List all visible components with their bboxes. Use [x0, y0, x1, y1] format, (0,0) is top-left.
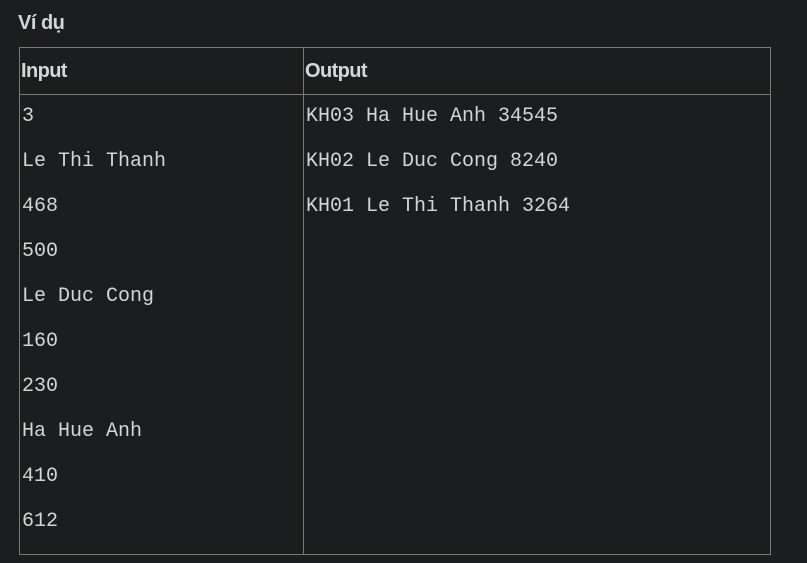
output-lines: KH03 Ha Hue Anh 34545 KH02 Le Duc Cong 8…: [304, 95, 770, 239]
input-line: 3: [22, 105, 35, 128]
output-cell: KH03 Ha Hue Anh 34545 KH02 Le Duc Cong 8…: [303, 94, 771, 555]
table-row: 3 Le Thi Thanh 468 500 Le Duc Cong 160 2…: [19, 94, 771, 555]
input-line: 160: [22, 330, 59, 353]
input-line: Ha Hue Anh: [22, 420, 143, 443]
input-cell: 3 Le Thi Thanh 468 500 Le Duc Cong 160 2…: [19, 94, 304, 555]
input-line: 410: [22, 465, 59, 488]
input-line: Le Thi Thanh: [22, 150, 167, 173]
input-column-header: Input: [19, 47, 304, 95]
table-header-row: Input Output: [19, 47, 771, 95]
input-line: 612: [22, 510, 59, 533]
example-table: Input Output 3 Le Thi Thanh 468 500 Le D…: [19, 47, 771, 555]
output-line: KH02 Le Duc Cong 8240: [306, 150, 559, 173]
output-line: KH01 Le Thi Thanh 3264: [306, 195, 571, 218]
input-lines: 3 Le Thi Thanh 468 500 Le Duc Cong 160 2…: [20, 95, 303, 554]
input-line: 230: [22, 375, 59, 398]
input-line: 468: [22, 195, 59, 218]
section-heading: Ví dụ: [18, 12, 65, 34]
input-line: Le Duc Cong: [22, 285, 155, 308]
output-column-header: Output: [303, 47, 771, 95]
input-line: 500: [22, 240, 59, 263]
output-line: KH03 Ha Hue Anh 34545: [306, 105, 559, 128]
